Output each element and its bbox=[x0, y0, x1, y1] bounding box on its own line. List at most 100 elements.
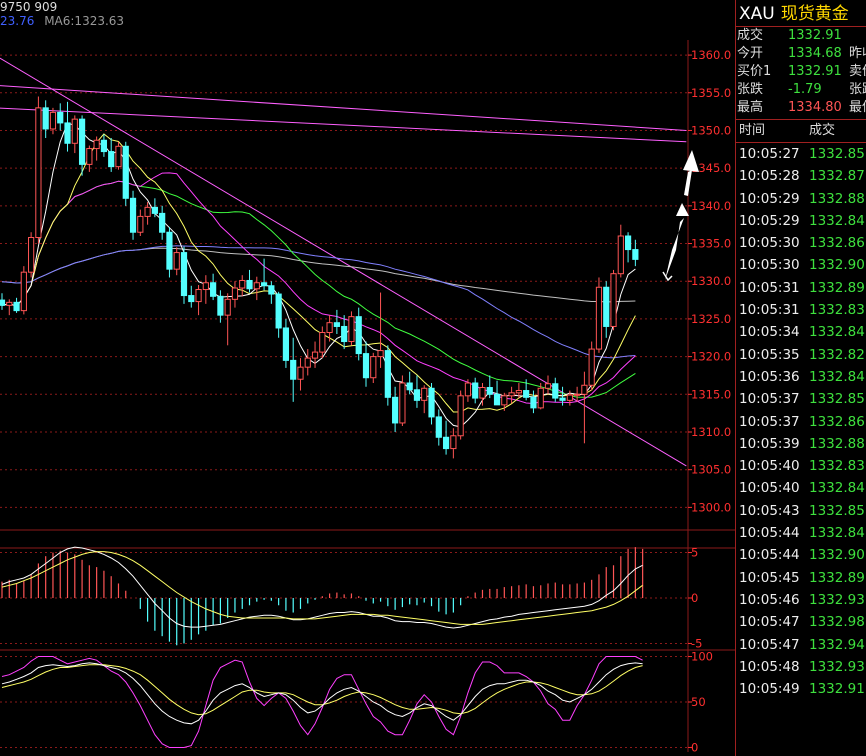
tick-time: 10:05:29 bbox=[739, 212, 800, 229]
price-axis-label: 1315.0 bbox=[691, 387, 731, 401]
tick-row: 10:05:47 1332.98 bbox=[736, 611, 866, 633]
quote-right-label: 卖价 bbox=[849, 64, 866, 79]
candle-body bbox=[508, 392, 515, 397]
tick-price: 1332.93 bbox=[809, 591, 865, 608]
tick-row: 10:05:37 1332.86 bbox=[736, 411, 866, 433]
tick-row: 10:05:30 1332.90 bbox=[736, 254, 866, 276]
candle-body bbox=[319, 331, 326, 353]
candle-body bbox=[173, 252, 180, 270]
candle-body bbox=[442, 436, 450, 450]
ma60-line bbox=[1, 245, 636, 359]
tick-time: 10:05:36 bbox=[739, 368, 800, 385]
tick-price: 1332.91 bbox=[809, 681, 865, 698]
tick-time: 10:05:30 bbox=[739, 235, 800, 252]
tick-price: 1332.86 bbox=[809, 413, 865, 430]
tick-row: 10:05:49 1332.91 bbox=[736, 678, 866, 700]
candle-body bbox=[341, 325, 348, 343]
ticks-header-price: 成交 bbox=[809, 123, 836, 138]
candle-body bbox=[129, 197, 137, 233]
instrument-title[interactable]: XAU 现货黄金 bbox=[736, 0, 866, 27]
kline-chart[interactable]: 1360.01355.01350.01345.01340.01335.01330… bbox=[0, 0, 735, 756]
candle-body bbox=[515, 390, 522, 394]
quote-row: 成交 1332.91 bbox=[736, 27, 866, 45]
kdj-k-line bbox=[1, 662, 643, 725]
kdj-panel bbox=[1, 656, 643, 748]
tick-time: 10:05:43 bbox=[739, 502, 800, 519]
instrument-name: 现货黄金 bbox=[780, 4, 849, 24]
tick-row: 10:05:45 1332.89 bbox=[736, 567, 866, 589]
ma30-line bbox=[1, 180, 636, 398]
quote-row: 买价1 1332.91 卖价 bbox=[736, 63, 866, 81]
tick-time: 10:05:29 bbox=[739, 190, 800, 207]
ma5-line bbox=[1, 122, 636, 428]
candle-body bbox=[464, 382, 472, 397]
tick-price: 1332.87 bbox=[809, 168, 865, 185]
candle-body bbox=[151, 206, 158, 214]
quote-label: 买价1 bbox=[737, 64, 772, 79]
tick-time: 10:05:31 bbox=[739, 302, 800, 319]
quote-table: 成交1332.91今开1334.68昨收买价11332.91卖价张跌-1.79张… bbox=[736, 27, 866, 117]
candle-body bbox=[282, 327, 290, 361]
tick-price: 1332.84 bbox=[809, 324, 865, 341]
quote-right-label: 昨收 bbox=[849, 46, 866, 61]
tick-row: 10:05:36 1332.84 bbox=[736, 366, 866, 388]
tick-list[interactable]: 10:05:27 1332.85 10:05:28 1332.87 10:05:29 13… bbox=[736, 143, 866, 700]
tick-row: 10:05:31 1332.89 bbox=[736, 277, 866, 299]
tick-row: 10:05:40 1332.83 bbox=[736, 455, 866, 477]
candle-body bbox=[406, 382, 413, 391]
tick-time: 10:05:47 bbox=[739, 614, 800, 631]
quote-row: 张跌 -1.79 张跌 bbox=[736, 81, 866, 99]
ma-partial: 23.76 bbox=[0, 14, 35, 28]
price-axis-label: 1325.0 bbox=[691, 312, 731, 326]
tick-time: 10:05:47 bbox=[739, 636, 800, 653]
grid bbox=[0, 40, 735, 752]
tick-row: 10:05:47 1332.94 bbox=[736, 634, 866, 656]
tick-time: 10:05:40 bbox=[739, 458, 800, 475]
candle-body bbox=[253, 282, 260, 290]
candle-body bbox=[472, 382, 479, 399]
price-axis-label: 1300.0 bbox=[691, 500, 731, 514]
resistance-line-2 bbox=[0, 107, 687, 143]
macd-axis-label: 0 bbox=[691, 591, 698, 605]
tick-row: 10:05:40 1332.84 bbox=[736, 477, 866, 499]
candle-body bbox=[501, 395, 508, 406]
tick-row: 10:05:39 1332.88 bbox=[736, 433, 866, 455]
tick-row: 10:05:48 1332.93 bbox=[736, 656, 866, 678]
quote-value: -1.79 bbox=[788, 82, 822, 97]
candle-body bbox=[486, 387, 493, 395]
candle-body bbox=[78, 118, 86, 165]
candle-body bbox=[603, 286, 610, 327]
quote-label: 最高 bbox=[737, 100, 764, 115]
candle-body bbox=[435, 416, 442, 438]
candle-body bbox=[632, 249, 639, 260]
price-axis: 1360.01355.01350.01345.01340.01335.01330… bbox=[688, 48, 731, 754]
candle-body bbox=[493, 393, 501, 406]
tick-row: 10:05:31 1332.83 bbox=[736, 299, 866, 321]
arrowhead-icon bbox=[676, 203, 689, 216]
candle-body bbox=[42, 107, 49, 130]
tick-price: 1332.82 bbox=[809, 346, 865, 363]
candle-body bbox=[610, 273, 617, 327]
candle-body bbox=[544, 383, 552, 389]
candle-body bbox=[28, 237, 35, 273]
candle-body bbox=[0, 299, 6, 306]
kdj-axis-label: 0 bbox=[691, 740, 698, 754]
moving-averages bbox=[1, 122, 636, 428]
tick-price: 1332.89 bbox=[809, 569, 865, 586]
arrow-up-icon bbox=[665, 218, 684, 280]
kdj-axis-label: 100 bbox=[691, 650, 713, 664]
tick-price: 1332.83 bbox=[809, 302, 865, 319]
candle-body bbox=[479, 387, 486, 399]
candle-body bbox=[530, 396, 537, 409]
candle-body bbox=[246, 279, 253, 290]
arrow-up-icon bbox=[684, 170, 692, 196]
candle-body bbox=[421, 387, 428, 401]
tick-time: 10:05:49 bbox=[739, 681, 800, 698]
candle-body bbox=[304, 357, 311, 368]
tick-price: 1332.90 bbox=[809, 257, 865, 274]
ticks-header: 时间 成交 bbox=[736, 119, 866, 143]
candle-body bbox=[384, 350, 391, 398]
candle-body bbox=[275, 293, 282, 329]
candle-body bbox=[362, 353, 370, 379]
tick-time: 10:05:37 bbox=[739, 391, 800, 408]
